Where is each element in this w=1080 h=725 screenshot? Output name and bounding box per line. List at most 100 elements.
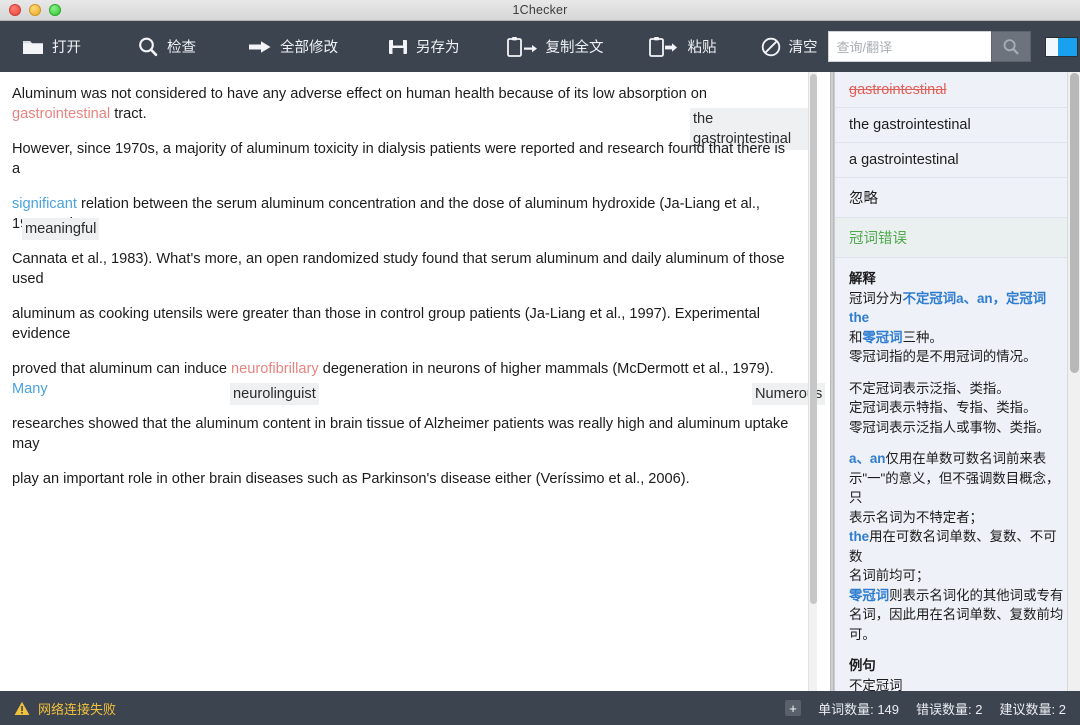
explanation-heading: 解释 [849, 271, 876, 286]
main-body: Aluminum was not considered to have any … [0, 72, 1080, 691]
clipboard-copy-icon [506, 36, 538, 58]
metric-label: 建议数量 [999, 701, 1052, 717]
explanation-line: 零冠词则表示名词化的其他词或专有 [849, 586, 1066, 606]
magnifier-icon [137, 36, 159, 58]
toolbar: 打开 检查 全部修改 另存为 复制全文 粘贴 清空 查询/翻译 [0, 21, 1080, 72]
example-heading: 例句 [849, 658, 876, 673]
term-zero-article: 零冠词 [862, 329, 903, 345]
explanation-line: the用在可数名词单数、复数、不可数 [849, 527, 1066, 566]
term-indefinite-article: 不定冠词 [902, 290, 957, 306]
folder-open-icon [22, 38, 44, 56]
sidebar-content: gastrointestinal the gastrointestinal a … [835, 72, 1080, 691]
open-button-label: 打开 [52, 40, 81, 56]
inline-suggestion[interactable]: meaningful [22, 218, 100, 240]
inline-suggestion[interactable]: neurolinguist [230, 383, 319, 405]
term-definite-article: 定冠词 [1005, 290, 1047, 306]
term-a-an: a、an [849, 451, 886, 466]
clear-button-label: 清空 [788, 40, 818, 56]
metric-label: 单词数量 [818, 701, 871, 717]
text-segment: degeneration in neurons of higher mammal… [318, 361, 774, 377]
text-segment: a、an， [956, 290, 1006, 306]
network-status: 网络连接失败 [14, 699, 116, 718]
editor-line-text: Cannata et al., 1983). What's more, an o… [12, 249, 794, 289]
open-button[interactable]: 打开 [18, 32, 91, 61]
save-as-button[interactable]: 另存为 [384, 32, 470, 61]
floppy-save-icon [388, 38, 408, 56]
editor-line: significant relation between the serum a… [12, 194, 808, 249]
error-word[interactable]: neurofibrillary [231, 361, 319, 377]
sidebar-scrollbar-thumb[interactable] [1070, 73, 1079, 373]
explanation-line: 定冠词表示特指、专指、类指。 [849, 400, 1037, 415]
editor-pane: Aluminum was not considered to have any … [0, 72, 830, 691]
text-segment: 冠词分为 [849, 290, 903, 306]
check-button[interactable]: 检查 [133, 32, 206, 62]
document-editor[interactable]: Aluminum was not considered to have any … [0, 72, 830, 524]
sidebar-replacement-option[interactable]: the gastrointestinal [835, 108, 1080, 143]
editor-scrollbar[interactable] [808, 72, 817, 691]
error-word[interactable]: gastrointestinal [12, 106, 110, 122]
suggested-word[interactable]: significant [12, 196, 77, 212]
explanation-line: 示"一"的意义，但不强调数目概念，只 [849, 470, 1060, 506]
search-submit-button[interactable] [990, 31, 1031, 62]
sidebar-scrollbar[interactable] [1067, 72, 1080, 691]
word-count-metric: 单词数量: 149 [818, 701, 900, 717]
no-entry-icon [761, 37, 781, 57]
window-title: 1Checker [512, 3, 568, 17]
suggestion-count-metric: 建议数量: 2 [999, 701, 1066, 717]
search-input[interactable]: 查询/翻译 [827, 31, 991, 62]
plus-icon[interactable]: + [785, 700, 802, 716]
term-the: the [849, 529, 870, 544]
text-segment: 用在可数名词单数、复数、不可数 [849, 529, 1057, 564]
metric-value: 149 [877, 701, 900, 717]
text-segment: However, since 1970s, a majority of alum… [12, 141, 786, 177]
sidebar-error-category: 冠词错误 [835, 218, 1080, 258]
text-segment: tract. [110, 106, 147, 122]
editor-line-text: proved that aluminum can induce neurofib… [12, 359, 794, 399]
sidebar-ignore-option[interactable]: 忽略 [835, 178, 1080, 218]
document-metrics: + 单词数量: 149 错误数量: 2 建议数量: 2 [785, 699, 1066, 718]
paste-button-label: 粘贴 [687, 40, 717, 56]
text-segment: aluminum as cooking utensils were greate… [12, 306, 760, 342]
copy-all-button[interactable]: 复制全文 [502, 32, 614, 62]
clear-button[interactable]: 清空 [757, 32, 828, 61]
text-segment: play an important role in other brain di… [12, 471, 690, 487]
explanation-line: 冠词分为不定冠词a、an，定冠词 the [849, 289, 1066, 328]
metric-label: 错误数量 [916, 701, 969, 717]
editor-scrollbar-thumb[interactable] [810, 74, 817, 604]
language-flag-icon[interactable] [1044, 36, 1078, 57]
metric-value: 2 [975, 701, 983, 717]
explanation-line: 零冠词指的是不用冠词的情况。 [849, 349, 1037, 364]
sidebar-explanation: 解释 冠词分为不定冠词a、an，定冠词 the 和零冠词三种。 零冠词指的是不用冠… [835, 258, 1080, 691]
text-segment: 则表示名词化的其他词或专有 [889, 587, 1064, 603]
check-button-label: 检查 [167, 40, 196, 56]
suggested-word[interactable]: Many [12, 381, 48, 397]
editor-line-text: aluminum as cooking utensils were greate… [12, 304, 794, 344]
search-placeholder: 查询/翻译 [836, 40, 893, 55]
explanation-line: 零冠词表示泛指人或事物、类指。 [849, 419, 1050, 435]
sidebar-error-word: gastrointestinal [835, 72, 1080, 108]
editor-line: researches showed that the aluminum cont… [12, 414, 808, 469]
text-segment: proved that aluminum can induce [12, 361, 232, 377]
app-window: 1Checker 打开 检查 全部修改 另存为 复制全文 粘贴 清空 查询/翻译… [0, 0, 1080, 725]
explanation-line: 名词，因此用在名词单数、复数前均 [849, 607, 1064, 622]
flag-white-stripe [1045, 37, 1058, 56]
editor-line-text: significant relation between the serum a… [12, 194, 794, 234]
paste-button[interactable]: 粘贴 [644, 32, 727, 62]
search-icon [1002, 38, 1020, 56]
flag-blue-field [1057, 37, 1077, 56]
network-status-text: 网络连接失败 [38, 701, 117, 717]
explanation-line: 和零冠词三种。 [849, 328, 1066, 348]
clipboard-paste-icon [648, 36, 680, 58]
search-area: 查询/翻译 [827, 31, 1078, 62]
save-as-button-label: 另存为 [416, 40, 460, 56]
sidebar-replacement-option[interactable]: a gastrointestinal [835, 143, 1080, 178]
text-segment: the [849, 310, 870, 325]
text-segment: Aluminum was not considered to have any … [12, 86, 707, 102]
fix-all-button[interactable]: 全部修改 [244, 32, 348, 61]
error-count-metric: 错误数量: 2 [916, 701, 983, 717]
text-segment: Cannata et al., 1983). What's more, an o… [12, 251, 785, 287]
editor-line-text: However, since 1970s, a majority of alum… [12, 139, 794, 179]
